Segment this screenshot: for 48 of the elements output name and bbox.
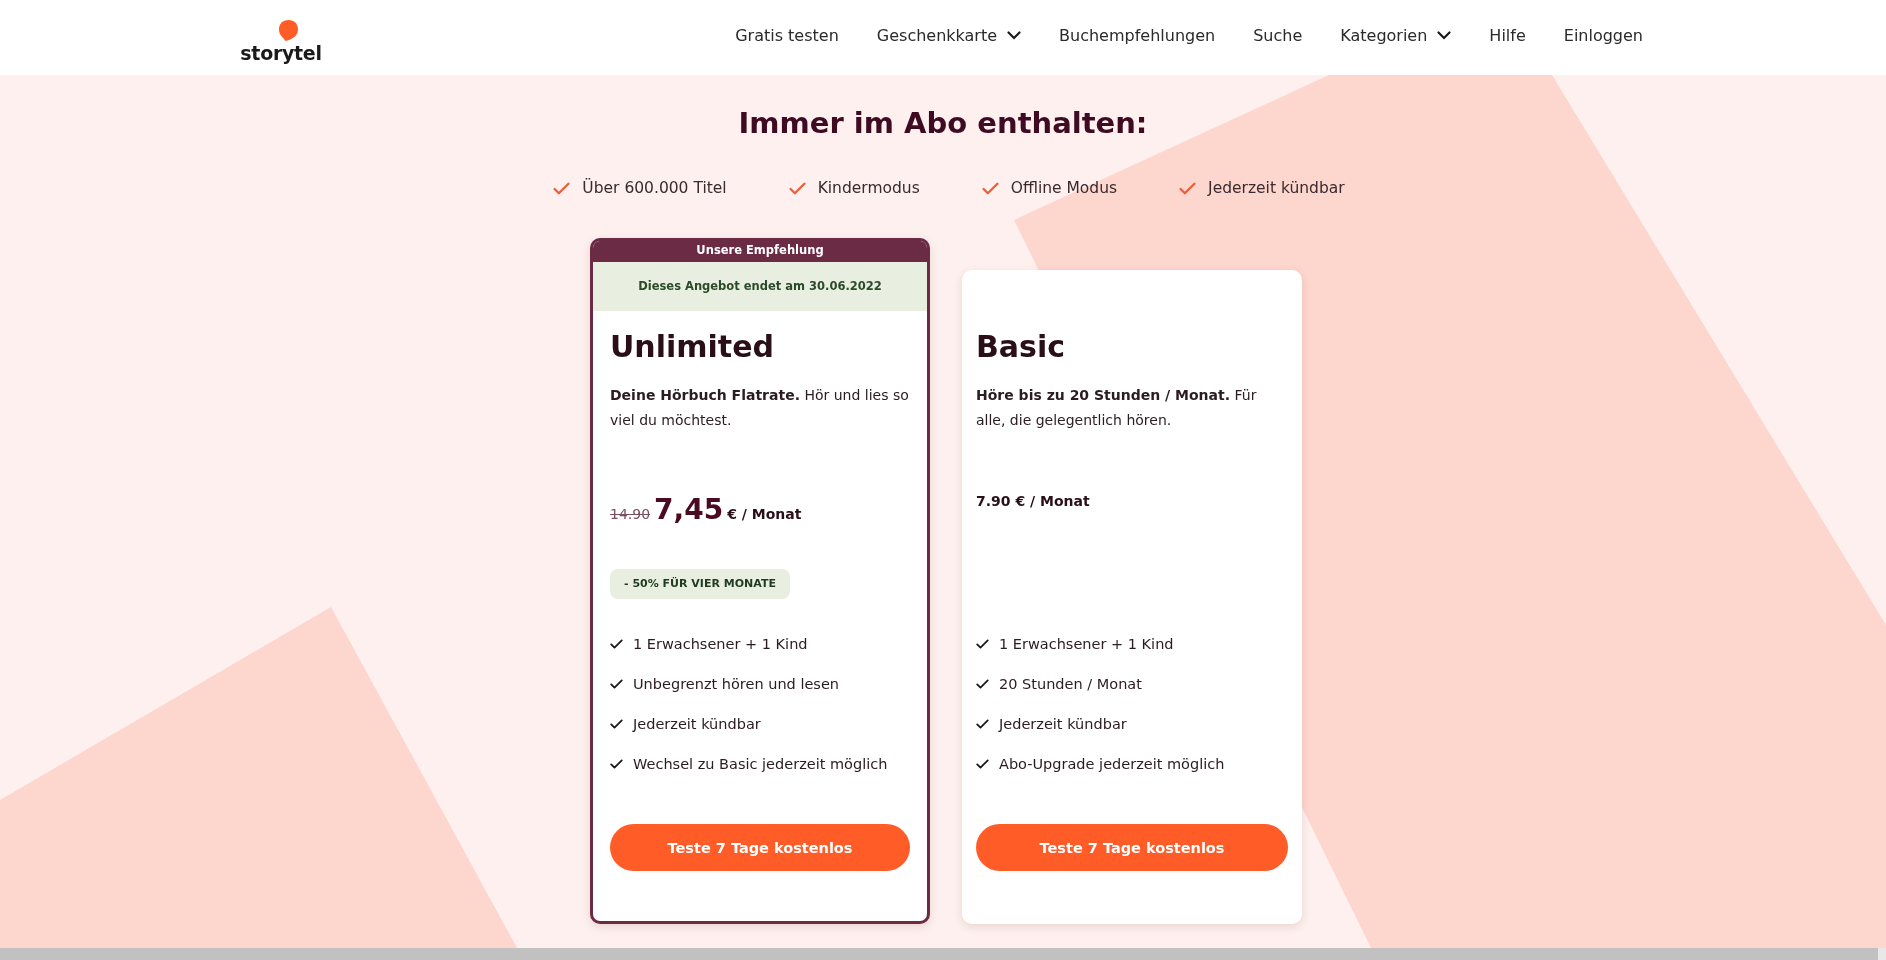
- plan-description: Höre bis zu 20 Stunden / Monat. Für alle, die gelegentlich hören.: [976, 386, 1258, 430]
- recommendation-ribbon: Unsere Empfehlung: [593, 241, 927, 262]
- nav-link[interactable]: Gratis testen: [735, 26, 839, 45]
- check-icon: [610, 718, 623, 729]
- check-icon: [1179, 181, 1197, 195]
- discount-badge: - 50% FÜR VIER MONATE: [610, 569, 790, 599]
- logo-icon: [277, 19, 299, 42]
- nav-link[interactable]: Suche: [1253, 26, 1303, 45]
- plan-feature: 1 Erwachsener + 1 Kind: [999, 635, 1174, 652]
- nav-link[interactable]: Hilfe: [1489, 26, 1526, 45]
- old-price: 14.90: [610, 506, 651, 522]
- price-unit: € / Monat: [727, 506, 802, 522]
- price: 7,45: [654, 493, 724, 526]
- feature-text: Kindermodus: [817, 179, 920, 197]
- scrollbar[interactable]: [0, 948, 1886, 960]
- nav-link[interactable]: Buchempfehlungen: [1059, 26, 1216, 45]
- price: 7.90 € / Monat: [976, 493, 1090, 509]
- nav-link[interactable]: Geschenkkarte: [876, 26, 1022, 45]
- check-icon: [981, 181, 999, 195]
- nav-link[interactable]: Kategorien: [1340, 26, 1452, 45]
- check-icon: [553, 181, 571, 195]
- chevron-down-icon: [1437, 31, 1452, 40]
- check-icon: [976, 678, 989, 689]
- plan-feature: Abo-Upgrade jederzeit möglich: [999, 755, 1225, 772]
- check-icon: [976, 718, 989, 729]
- feature-text: Offline Modus: [1010, 179, 1118, 197]
- check-icon: [610, 678, 623, 689]
- plan-feature: 1 Erwachsener + 1 Kind: [633, 635, 808, 652]
- logo-text[interactable]: storytel: [240, 42, 322, 64]
- plan-feature: Wechsel zu Basic jederzeit möglich: [633, 755, 888, 772]
- feature-text: Über 600.000 Titel: [582, 179, 727, 197]
- plan-name: Unlimited: [610, 328, 775, 366]
- plan-name: Basic: [976, 328, 1067, 366]
- check-icon: [610, 758, 623, 769]
- nav-link[interactable]: Einloggen: [1563, 26, 1643, 45]
- check-icon: [610, 638, 623, 649]
- chevron-down-icon: [1007, 31, 1022, 40]
- plan-feature: Unbegrenzt hören und lesen: [633, 675, 840, 692]
- check-icon: [976, 638, 989, 649]
- check-icon: [788, 181, 806, 195]
- offer-banner: Dieses Angebot endet am 30.06.2022: [593, 262, 927, 311]
- plan-feature: Jederzeit kündbar: [633, 715, 761, 732]
- check-icon: [976, 758, 989, 769]
- section-heading: Immer im Abo enthalten:: [738, 105, 1148, 141]
- plan-feature: 20 Stunden / Monat: [999, 675, 1142, 692]
- plan-description: Deine Hörbuch Flatrate. Hör und lies so viel du möchtest.: [610, 386, 910, 430]
- plan-feature: Jederzeit kündbar: [999, 715, 1127, 732]
- feature-text: Jederzeit kündbar: [1208, 179, 1345, 197]
